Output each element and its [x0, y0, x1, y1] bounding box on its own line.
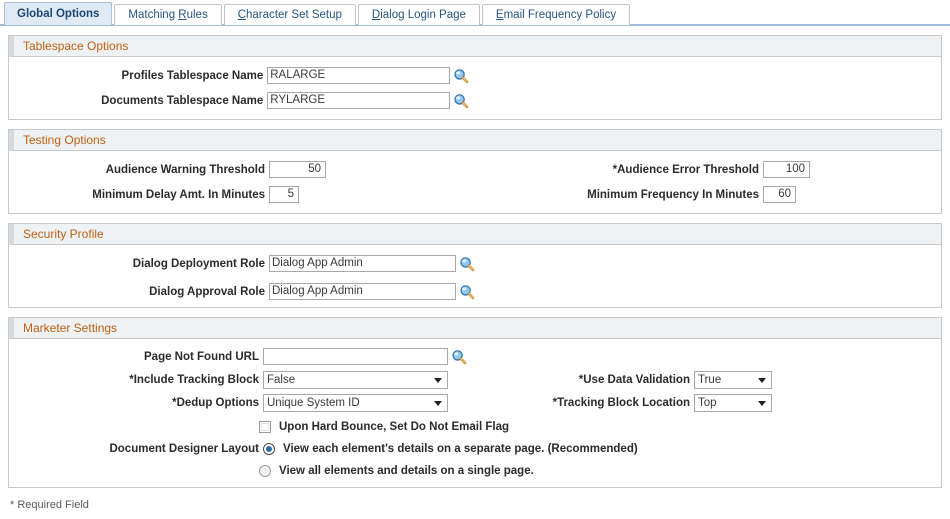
tab-label: Matching Rules	[128, 9, 208, 21]
layout-radio-single-page[interactable]	[259, 465, 271, 477]
tab-global-options[interactable]: Global Options	[4, 2, 113, 25]
field-row-document-designer-layout-single: View all elements and details on a singl…	[259, 465, 534, 477]
field-row-dialog-approval-role: Dialog Approval Role	[9, 283, 475, 300]
magnifier-icon[interactable]	[453, 93, 469, 109]
include-tracking-block-label: *Include Tracking Block	[129, 374, 259, 386]
magnifier-icon[interactable]	[459, 284, 475, 300]
layout-radio-separate-page[interactable]	[263, 443, 275, 455]
hard-bounce-label: Upon Hard Bounce, Set Do Not Email Flag	[279, 421, 510, 433]
section-header-marketer-settings: Marketer Settings	[9, 318, 941, 339]
dedup-options-label: *Dedup Options	[172, 397, 259, 409]
field-row-documents-tablespace: Documents Tablespace Name	[9, 92, 469, 109]
field-row-dialog-deployment-role: Dialog Deployment Role	[9, 255, 475, 272]
tracking-block-location-label: *Tracking Block Location	[552, 397, 690, 409]
chevron-down-icon	[434, 378, 442, 383]
section-marketer-settings: Marketer Settings Page Not Found URL *In…	[8, 317, 942, 488]
tab-label: Global Options	[17, 8, 100, 20]
field-row-minimum-delay: Minimum Delay Amt. In Minutes	[9, 186, 299, 203]
section-header-tablespace-options: Tablespace Options	[9, 36, 941, 57]
use-data-validation-value: True	[698, 374, 722, 386]
chevron-down-icon	[434, 401, 442, 406]
document-designer-layout-label: Document Designer Layout	[109, 443, 259, 455]
field-row-include-tracking-block: *Include Tracking Block False	[9, 371, 448, 389]
tracking-block-location-value: Top	[698, 397, 717, 409]
field-row-hard-bounce[interactable]: Upon Hard Bounce, Set Do Not Email Flag	[259, 421, 509, 433]
page-not-found-url-input[interactable]	[263, 348, 448, 365]
dialog-approval-role-label: Dialog Approval Role	[149, 285, 265, 298]
dialog-approval-role-input[interactable]	[269, 283, 456, 300]
section-body-security-profile: Dialog Deployment Role Dialog Approval R…	[9, 245, 941, 307]
audience-error-threshold-input[interactable]	[763, 161, 810, 178]
layout-option-separate-page-label: View each element's details on a separat…	[283, 443, 638, 455]
field-row-dedup-options: *Dedup Options Unique System ID	[9, 394, 448, 412]
tab-accelerator: E	[495, 9, 504, 21]
use-data-validation-select[interactable]: True	[694, 371, 772, 389]
section-body-testing-options: Audience Warning Threshold Minimum Delay…	[9, 151, 941, 213]
dedup-options-value: Unique System ID	[267, 397, 360, 409]
tab-label: Dialog Login Page	[371, 9, 466, 21]
tab-email-frequency-policy[interactable]: Email Frequency Policy	[481, 4, 631, 25]
section-header-testing-options: Testing Options	[9, 130, 941, 151]
chevron-down-icon	[758, 378, 766, 383]
include-tracking-block-select[interactable]: False	[263, 371, 448, 389]
section-body-marketer-settings: Page Not Found URL *Include Tracking Blo…	[9, 339, 941, 487]
section-header-security-profile: Security Profile	[9, 224, 941, 245]
tab-bar: Global Options Matching Rules Character …	[0, 0, 950, 26]
minimum-frequency-input[interactable]	[763, 186, 796, 203]
profiles-tablespace-label: Profiles Tablespace Name	[121, 69, 264, 82]
magnifier-icon[interactable]	[459, 256, 475, 272]
minimum-delay-label: Minimum Delay Amt. In Minutes	[92, 188, 265, 201]
documents-tablespace-input[interactable]	[267, 92, 450, 109]
tab-character-set-setup[interactable]: Character Set Setup	[223, 4, 356, 25]
field-row-profiles-tablespace: Profiles Tablespace Name	[9, 67, 469, 84]
section-body-tablespace-options: Profiles Tablespace Name Documents Table…	[9, 57, 941, 119]
tab-accelerator: R	[178, 9, 187, 21]
minimum-frequency-label: Minimum Frequency In Minutes	[587, 188, 759, 201]
page-not-found-url-label: Page Not Found URL	[144, 350, 259, 363]
profiles-tablespace-input[interactable]	[267, 67, 450, 84]
field-row-page-not-found-url: Page Not Found URL	[9, 348, 467, 365]
field-row-document-designer-layout: Document Designer Layout View each eleme…	[9, 443, 638, 455]
layout-option-single-page-label: View all elements and details on a singl…	[279, 465, 534, 477]
tab-label: Character Set Setup	[237, 9, 342, 21]
field-row-audience-warning-threshold: Audience Warning Threshold	[9, 161, 326, 178]
field-row-audience-error-threshold: *Audience Error Threshold	[511, 161, 810, 178]
dialog-deployment-role-input[interactable]	[269, 255, 456, 272]
section-security-profile: Security Profile Dialog Deployment Role …	[8, 223, 942, 308]
tab-matching-rules[interactable]: Matching Rules	[114, 4, 222, 25]
tab-dialog-login-page[interactable]: Dialog Login Page	[357, 4, 480, 25]
audience-warning-threshold-label: Audience Warning Threshold	[105, 163, 265, 176]
minimum-delay-input[interactable]	[269, 186, 299, 203]
hard-bounce-checkbox[interactable]	[259, 421, 271, 433]
use-data-validation-label: *Use Data Validation	[578, 374, 690, 386]
magnifier-icon[interactable]	[451, 349, 467, 365]
required-field-note: * Required Field	[10, 499, 89, 511]
field-row-use-data-validation: *Use Data Validation True	[498, 371, 772, 389]
include-tracking-block-value: False	[267, 374, 296, 386]
documents-tablespace-label: Documents Tablespace Name	[101, 94, 264, 107]
audience-error-threshold-label: *Audience Error Threshold	[612, 163, 759, 176]
field-row-tracking-block-location: *Tracking Block Location Top	[498, 394, 772, 412]
dialog-deployment-role-label: Dialog Deployment Role	[132, 257, 265, 270]
tracking-block-location-select[interactable]: Top	[694, 394, 772, 412]
chevron-down-icon	[758, 401, 766, 406]
tab-accelerator: C	[237, 9, 247, 21]
field-row-minimum-frequency: Minimum Frequency In Minutes	[511, 186, 796, 203]
section-tablespace-options: Tablespace Options Profiles Tablespace N…	[8, 35, 942, 120]
tab-label: Email Frequency Policy	[495, 9, 617, 21]
magnifier-icon[interactable]	[453, 68, 469, 84]
section-testing-options: Testing Options Audience Warning Thresho…	[8, 129, 942, 214]
tab-accelerator: D	[371, 9, 381, 21]
audience-warning-threshold-input[interactable]	[269, 161, 326, 178]
dedup-options-select[interactable]: Unique System ID	[263, 394, 448, 412]
